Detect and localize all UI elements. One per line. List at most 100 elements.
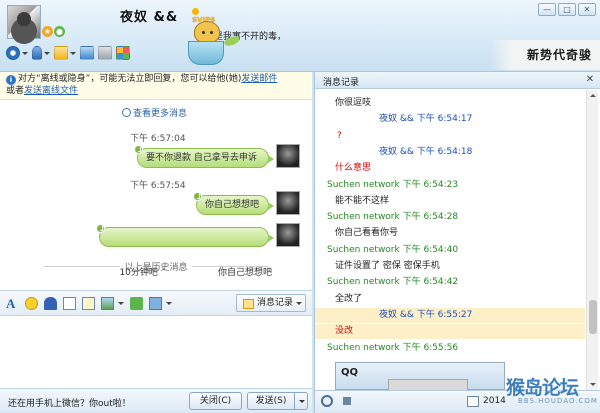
bubble-pointer — [268, 202, 274, 210]
screenshot-icon[interactable] — [63, 297, 76, 310]
video-call-icon[interactable] — [6, 46, 20, 60]
voice-call-icon[interactable] — [32, 46, 42, 60]
minimize-button[interactable]: — — [538, 3, 556, 16]
embedded-screenshot-title: QQ — [341, 367, 359, 378]
send-offline-file-link[interactable]: 发送离线文件 — [24, 86, 78, 96]
window-controls: — □ ✕ — [538, 3, 596, 16]
ad-banner[interactable]: 新势代奇骏 — [490, 40, 600, 70]
history-panel-title: 消息记录 — [323, 78, 360, 88]
history-separator: 以上是历史消息 — [10, 260, 302, 273]
history-year: 2014 — [483, 396, 506, 406]
chevron-down-icon[interactable] — [118, 302, 124, 305]
chat-window-header: ★ ● 夜奴 && SVIP6 你是我寓不开的毒， — □ ✕ 新势代奇骏 — [0, 0, 600, 72]
online-status-icon[interactable]: ● — [54, 26, 65, 37]
history-check-icon — [193, 192, 202, 201]
leaf-icon — [223, 34, 241, 48]
history-line: 夜奴 && 下午 6:54:18 — [379, 146, 473, 157]
bottom-bar: 还在用手机上微信？你out啦！ 关闭(C) 发送(S) — [0, 388, 312, 413]
more-messages-label[interactable]: 查看更多消息 — [133, 109, 187, 119]
chevron-down-icon[interactable] — [70, 51, 76, 55]
more-messages-link[interactable]: 查看更多消息 — [122, 106, 187, 119]
close-button[interactable]: 关闭(C) — [189, 392, 242, 410]
shake-icon[interactable] — [44, 297, 57, 310]
history-line: ? — [337, 130, 342, 141]
embedded-screenshot[interactable]: QQ — [335, 362, 505, 391]
close-history-icon[interactable]: ✕ — [585, 75, 595, 85]
header-toolbar — [6, 46, 130, 60]
chevron-down-icon[interactable] — [166, 302, 172, 305]
cat-mascot-icon — [194, 21, 220, 43]
sender-avatar[interactable] — [276, 223, 300, 247]
offline-notice: i 对方“离线或隐身”，可能无法立即回复，您可以给他(她)发送邮件 或者发送离线文… — [0, 72, 312, 100]
message-text: 你自己想想吧 — [205, 200, 260, 210]
history-line: 没改 — [315, 324, 585, 340]
remote-desktop-icon[interactable] — [80, 46, 94, 60]
bubble-pointer — [268, 234, 274, 242]
history-line: 你很逗吱 — [335, 98, 372, 108]
history-line: 什么意思 — [335, 163, 372, 174]
message-time: 下午 6:57:54 — [130, 181, 186, 191]
chevron-down-icon[interactable] — [44, 51, 50, 55]
history-line: Suchen network 下午 6:54:42 — [327, 277, 459, 288]
send-email-link[interactable]: 发送邮件 — [241, 74, 277, 84]
font-icon[interactable]: A — [6, 297, 19, 310]
info-icon: i — [6, 75, 16, 85]
send-button[interactable]: 发送(S) — [247, 392, 295, 410]
history-check-icon — [134, 145, 143, 154]
close-window-button[interactable]: ✕ — [578, 3, 596, 16]
chevron-down-icon[interactable] — [22, 51, 28, 55]
history-panel-title-bar: 消息记录 ✕ — [315, 72, 600, 89]
status-badges: ★ ● — [42, 26, 65, 37]
bubble-pointer — [268, 155, 274, 163]
chat-pane: i 对方“离线或隐身”，可能无法立即回复，您可以给他(她)发送邮件 或者发送离线文… — [0, 72, 312, 413]
history-line: 全改了 — [335, 293, 363, 304]
group-chat-icon[interactable] — [98, 46, 112, 60]
sender-avatar[interactable] — [276, 191, 300, 215]
apps-icon[interactable] — [116, 46, 130, 60]
history-line: 你自己看看你号 — [335, 228, 399, 239]
notice-text-or: 或者 — [6, 86, 25, 96]
file-transfer-icon[interactable] — [54, 46, 68, 60]
history-check-icon — [96, 224, 105, 233]
clock-icon — [122, 108, 131, 117]
history-message-list[interactable]: 你很逗吱 夜奴 && 下午 6:54:17? 夜奴 && 下午 6:54:18 什么意… — [315, 90, 585, 390]
history-line: Suchen network 下午 6:54:40 — [327, 244, 459, 255]
star-icon[interactable]: ★ — [42, 26, 53, 37]
message-bubble[interactable]: 要不你退款 自己拿号去申诉 — [134, 145, 274, 168]
history-line: Suchen network 下午 6:55:56 — [327, 342, 459, 353]
message-bubble[interactable]: 你自己想想吧 — [193, 192, 274, 215]
history-line: 夜奴 && 下午 6:55:27 — [315, 307, 585, 323]
search-icon[interactable] — [321, 395, 333, 407]
history-scrollbar[interactable] — [586, 90, 598, 390]
note-icon[interactable] — [82, 297, 95, 310]
message-bubble[interactable]: 10分钟吧 你自己想想吧 — [96, 224, 274, 278]
history-line: 证件设置了 密保 密保手机 — [335, 261, 440, 271]
screen-share-icon[interactable] — [149, 297, 162, 310]
history-line: 夜奴 && 下午 6:54:17 — [379, 114, 473, 125]
cup-icon — [188, 41, 224, 65]
send-options-chevron-icon[interactable] — [294, 392, 308, 410]
input-toolbar: A 消息记录 — [0, 290, 312, 316]
image-icon[interactable] — [101, 297, 114, 310]
message-history-panel: 消息记录 ✕ 你很逗吱 夜奴 && 下午 6:54:17? 夜奴 && 下午 6:5… — [314, 72, 600, 413]
emoji-icon[interactable] — [25, 297, 38, 310]
scroll-thumb[interactable] — [589, 300, 597, 334]
calendar-icon[interactable] — [467, 396, 479, 407]
notice-text: 对方“离线或隐身”，可能无法立即回复，您可以给他(她) — [18, 74, 242, 84]
message-time: 下午 6:57:04 — [130, 134, 186, 144]
speaker-icon[interactable] — [343, 397, 351, 405]
watermark-url: BBS.HOUDAO.COM — [518, 397, 598, 405]
message-record-button[interactable]: 消息记录 — [236, 294, 306, 312]
input-toolbar-icons: A — [6, 297, 172, 310]
message-input-area[interactable] — [0, 316, 312, 388]
contact-avatar[interactable] — [7, 5, 41, 39]
ad-text[interactable]: 新势代奇骏 — [527, 46, 592, 63]
wechat-hint[interactable]: 还在用手机上微信？你out啦！ — [8, 396, 131, 409]
music-icon[interactable] — [130, 297, 143, 310]
maximize-button[interactable]: □ — [558, 3, 576, 16]
scroll-up-icon[interactable] — [587, 90, 599, 101]
watermark-title: 猴岛论坛 — [506, 377, 579, 399]
mascot-illustration — [160, 15, 280, 70]
message-text: 要不你退款 自己拿号去申诉 — [146, 153, 257, 163]
sender-avatar[interactable] — [276, 144, 300, 168]
